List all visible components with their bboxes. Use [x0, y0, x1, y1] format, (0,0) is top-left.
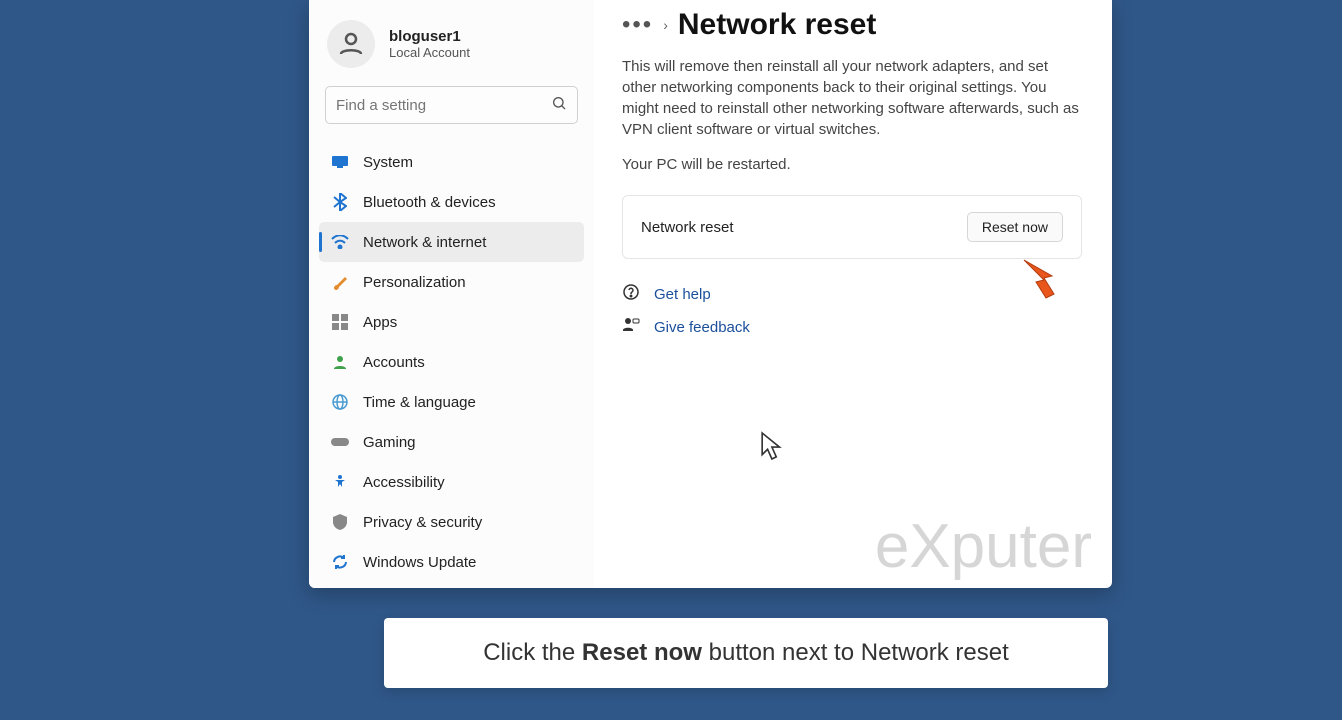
sidebar-item-label: Accessibility [363, 474, 445, 491]
page-subdesc: Your PC will be restarted. [622, 156, 1084, 173]
get-help-link[interactable]: Get help [654, 286, 711, 303]
sidebar-item-label: Time & language [363, 394, 476, 411]
sidebar-item-personalization[interactable]: Personalization [319, 262, 584, 302]
sidebar-item-privacy[interactable]: Privacy & security [319, 502, 584, 542]
sidebar-item-label: Windows Update [363, 554, 476, 571]
sidebar-item-label: Bluetooth & devices [363, 194, 496, 211]
sidebar-item-update[interactable]: Windows Update [319, 542, 584, 582]
nav-list: System Bluetooth & devices Network & int… [309, 138, 594, 582]
brush-icon [331, 273, 349, 291]
sidebar-item-label: Network & internet [363, 234, 486, 251]
feedback-icon [622, 316, 640, 339]
accessibility-icon [331, 473, 349, 491]
apps-icon [331, 313, 349, 331]
sidebar: bloguser1 Local Account System Bluetooth… [309, 0, 594, 588]
sidebar-item-label: Privacy & security [363, 514, 482, 531]
instruction-caption: Click the Reset now button next to Netwo… [384, 618, 1108, 688]
watermark: eXputer [875, 511, 1092, 582]
sidebar-item-label: Personalization [363, 274, 466, 291]
page-description: This will remove then reinstall all your… [622, 56, 1082, 140]
breadcrumb: ••• › Network reset [622, 8, 1084, 42]
sidebar-item-network[interactable]: Network & internet [319, 222, 584, 262]
globe-icon [331, 393, 349, 411]
system-icon [331, 153, 349, 171]
sidebar-item-system[interactable]: System [319, 142, 584, 182]
caption-post: button next to Network reset [702, 639, 1009, 666]
give-feedback-row[interactable]: Give feedback [622, 316, 1084, 339]
settings-window: bloguser1 Local Account System Bluetooth… [309, 0, 1112, 588]
help-icon [622, 283, 640, 306]
content-pane: ••• › Network reset This will remove the… [594, 0, 1112, 588]
sidebar-item-label: Apps [363, 314, 397, 331]
avatar [327, 20, 375, 68]
chevron-right-icon: › [663, 17, 668, 33]
reset-now-button[interactable]: Reset now [967, 212, 1063, 242]
user-block[interactable]: bloguser1 Local Account [309, 14, 594, 86]
wifi-icon [331, 233, 349, 251]
user-name: bloguser1 [389, 28, 470, 45]
search-input[interactable] [336, 97, 551, 114]
shield-icon [331, 513, 349, 531]
user-subtitle: Local Account [389, 45, 470, 60]
sidebar-item-accessibility[interactable]: Accessibility [319, 462, 584, 502]
get-help-row[interactable]: Get help [622, 283, 1084, 306]
caption-bold: Reset now [582, 639, 702, 666]
search-input-wrap[interactable] [325, 86, 578, 124]
network-reset-card: Network reset Reset now [622, 195, 1082, 259]
gaming-icon [331, 433, 349, 451]
update-icon [331, 553, 349, 571]
sidebar-item-accounts[interactable]: Accounts [319, 342, 584, 382]
page-title: Network reset [678, 8, 876, 42]
accounts-icon [331, 353, 349, 371]
breadcrumb-more-icon[interactable]: ••• [622, 13, 653, 37]
sidebar-item-label: System [363, 154, 413, 171]
caption-pre: Click the [483, 639, 582, 666]
sidebar-item-gaming[interactable]: Gaming [319, 422, 584, 462]
sidebar-item-time[interactable]: Time & language [319, 382, 584, 422]
give-feedback-link[interactable]: Give feedback [654, 319, 750, 336]
bluetooth-icon [331, 193, 349, 211]
sidebar-item-label: Accounts [363, 354, 425, 371]
sidebar-item-label: Gaming [363, 434, 416, 451]
support-links: Get help Give feedback [622, 283, 1084, 339]
card-label: Network reset [641, 219, 734, 236]
sidebar-item-apps[interactable]: Apps [319, 302, 584, 342]
sidebar-item-bluetooth[interactable]: Bluetooth & devices [319, 182, 584, 222]
search-icon [551, 95, 567, 116]
